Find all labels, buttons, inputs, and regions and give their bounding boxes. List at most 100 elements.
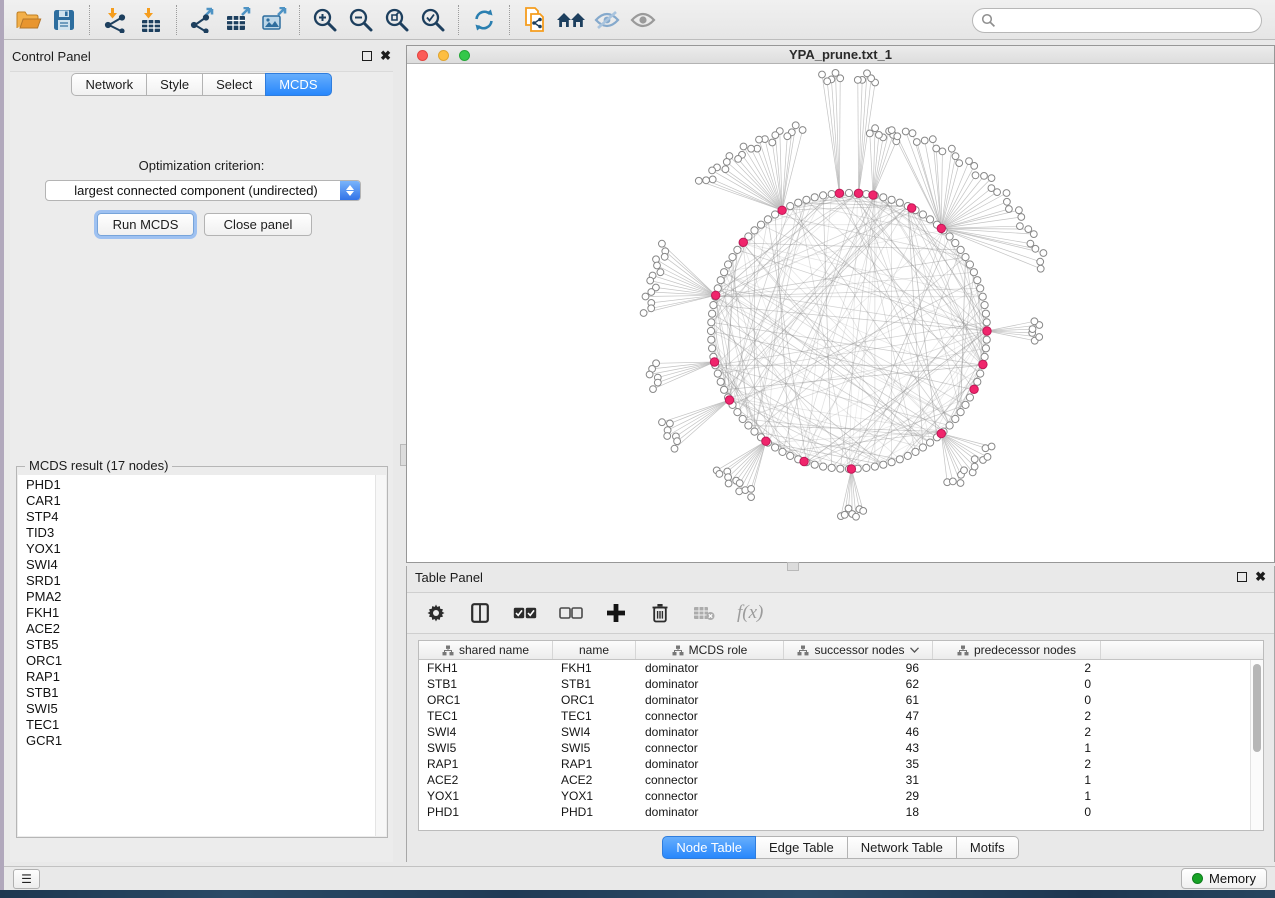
mcds-result-item[interactable]: ORC1 xyxy=(26,653,386,669)
table-row[interactable]: STB1STB1dominator620 xyxy=(419,676,1263,692)
zoom-out-button[interactable] xyxy=(343,3,379,37)
table-cell[interactable]: dominator xyxy=(636,660,784,676)
table-cell[interactable]: PHD1 xyxy=(419,804,553,820)
close-panel-icon[interactable]: ✖ xyxy=(380,51,391,61)
table-cell[interactable]: dominator xyxy=(636,804,784,820)
show-panels-list-button[interactable]: ☰ xyxy=(13,869,40,889)
table-cell[interactable]: YOX1 xyxy=(419,788,553,804)
tab-node-table[interactable]: Node Table xyxy=(662,836,756,859)
mcds-result-item[interactable]: SRD1 xyxy=(26,573,386,589)
export-table-button[interactable] xyxy=(220,3,256,37)
tab-edge-table[interactable]: Edge Table xyxy=(755,836,848,859)
table-cell[interactable]: 2 xyxy=(933,756,1101,772)
mcds-result-item[interactable]: CAR1 xyxy=(26,493,386,509)
table-cell[interactable]: SWI4 xyxy=(553,724,636,740)
table-cell[interactable]: 18 xyxy=(784,804,933,820)
table-cell[interactable]: TEC1 xyxy=(419,708,553,724)
table-row[interactable]: SWI4SWI4dominator462 xyxy=(419,724,1263,740)
table-cell[interactable]: YOX1 xyxy=(553,788,636,804)
table-cell[interactable]: 31 xyxy=(784,772,933,788)
table-cell[interactable]: 2 xyxy=(933,724,1101,740)
table-cell[interactable]: 61 xyxy=(784,692,933,708)
duplicate-network-button[interactable] xyxy=(517,3,553,37)
tab-network[interactable]: Network xyxy=(71,73,147,96)
select-all-button[interactable] xyxy=(513,600,537,626)
mcds-result-item[interactable]: PMA2 xyxy=(26,589,386,605)
tab-mcds[interactable]: MCDS xyxy=(265,73,331,96)
network-canvas[interactable] xyxy=(407,64,1274,562)
run-mcds-button[interactable]: Run MCDS xyxy=(97,213,194,236)
mcds-list-scrollbar[interactable] xyxy=(375,475,386,836)
table-row[interactable]: SWI5SWI5connector431 xyxy=(419,740,1263,756)
table-cell[interactable]: 96 xyxy=(784,660,933,676)
table-row[interactable]: YOX1YOX1connector291 xyxy=(419,788,1263,804)
deselect-all-button[interactable] xyxy=(559,600,583,626)
mcds-result-item[interactable]: ACE2 xyxy=(26,621,386,637)
table-cell[interactable]: 62 xyxy=(784,676,933,692)
mcds-result-item[interactable]: SWI5 xyxy=(26,701,386,717)
show-columns-button[interactable] xyxy=(469,600,491,626)
table-cell[interactable]: ACE2 xyxy=(419,772,553,788)
table-cell[interactable]: ORC1 xyxy=(419,692,553,708)
table-cell[interactable]: dominator xyxy=(636,756,784,772)
table-cell[interactable]: 0 xyxy=(933,676,1101,692)
table-cell[interactable]: 2 xyxy=(933,708,1101,724)
table-row[interactable]: ORC1ORC1dominator610 xyxy=(419,692,1263,708)
table-row[interactable]: ACE2ACE2connector311 xyxy=(419,772,1263,788)
zoom-selected-button[interactable] xyxy=(415,3,451,37)
table-cell[interactable]: SWI5 xyxy=(553,740,636,756)
float-panel-icon[interactable] xyxy=(1237,572,1247,582)
table-cell[interactable]: 35 xyxy=(784,756,933,772)
import-table-button[interactable] xyxy=(133,3,169,37)
table-cell[interactable]: SWI4 xyxy=(419,724,553,740)
table-row[interactable]: PHD1PHD1dominator180 xyxy=(419,804,1263,820)
table-cell[interactable]: TEC1 xyxy=(553,708,636,724)
mcds-result-item[interactable]: SWI4 xyxy=(26,557,386,573)
table-cell[interactable]: 1 xyxy=(933,740,1101,756)
table-row[interactable]: TEC1TEC1connector472 xyxy=(419,708,1263,724)
column-header-predecessor-nodes[interactable]: predecessor nodes xyxy=(933,641,1101,659)
table-cell[interactable]: dominator xyxy=(636,724,784,740)
column-header-shared-name[interactable]: shared name xyxy=(419,641,553,659)
search-input[interactable] xyxy=(972,8,1262,33)
delete-column-button[interactable] xyxy=(649,600,671,626)
column-header-successor-nodes[interactable]: successor nodes xyxy=(784,641,933,659)
mcds-result-item[interactable]: PHD1 xyxy=(26,477,386,493)
close-panel-button[interactable]: Close panel xyxy=(204,213,312,236)
table-cell[interactable]: 29 xyxy=(784,788,933,804)
mcds-result-item[interactable]: RAP1 xyxy=(26,669,386,685)
table-row[interactable]: RAP1RAP1dominator352 xyxy=(419,756,1263,772)
table-cell[interactable]: connector xyxy=(636,740,784,756)
mcds-result-item[interactable]: STP4 xyxy=(26,509,386,525)
table-cell[interactable]: 47 xyxy=(784,708,933,724)
table-row[interactable]: FKH1FKH1dominator962 xyxy=(419,660,1263,676)
zoom-fit-button[interactable] xyxy=(379,3,415,37)
table-cell[interactable]: dominator xyxy=(636,676,784,692)
table-cell[interactable]: 2 xyxy=(933,660,1101,676)
tab-motifs[interactable]: Motifs xyxy=(956,836,1019,859)
table-cell[interactable]: 1 xyxy=(933,772,1101,788)
network-window-titlebar[interactable]: YPA_prune.txt_1 xyxy=(407,46,1274,64)
import-network-button[interactable] xyxy=(97,3,133,37)
table-cell[interactable]: FKH1 xyxy=(553,660,636,676)
table-cell[interactable]: 1 xyxy=(933,788,1101,804)
export-image-button[interactable] xyxy=(256,3,292,37)
table-cell[interactable]: connector xyxy=(636,708,784,724)
table-scrollbar-thumb[interactable] xyxy=(1253,664,1261,752)
create-column-button[interactable] xyxy=(605,600,627,626)
open-session-button[interactable] xyxy=(10,3,46,37)
mcds-result-item[interactable]: STB1 xyxy=(26,685,386,701)
export-network-button[interactable] xyxy=(184,3,220,37)
hide-selected-button[interactable] xyxy=(589,3,625,37)
table-cell[interactable]: SWI5 xyxy=(419,740,553,756)
table-cell[interactable]: connector xyxy=(636,772,784,788)
table-cell[interactable]: dominator xyxy=(636,692,784,708)
table-cell[interactable]: 43 xyxy=(784,740,933,756)
tab-network-table[interactable]: Network Table xyxy=(847,836,957,859)
table-cell[interactable]: ORC1 xyxy=(553,692,636,708)
table-cell[interactable]: FKH1 xyxy=(419,660,553,676)
refresh-button[interactable] xyxy=(466,3,502,37)
tab-select[interactable]: Select xyxy=(202,73,266,96)
column-header-MCDS-role[interactable]: MCDS role xyxy=(636,641,784,659)
show-all-button[interactable] xyxy=(625,3,661,37)
